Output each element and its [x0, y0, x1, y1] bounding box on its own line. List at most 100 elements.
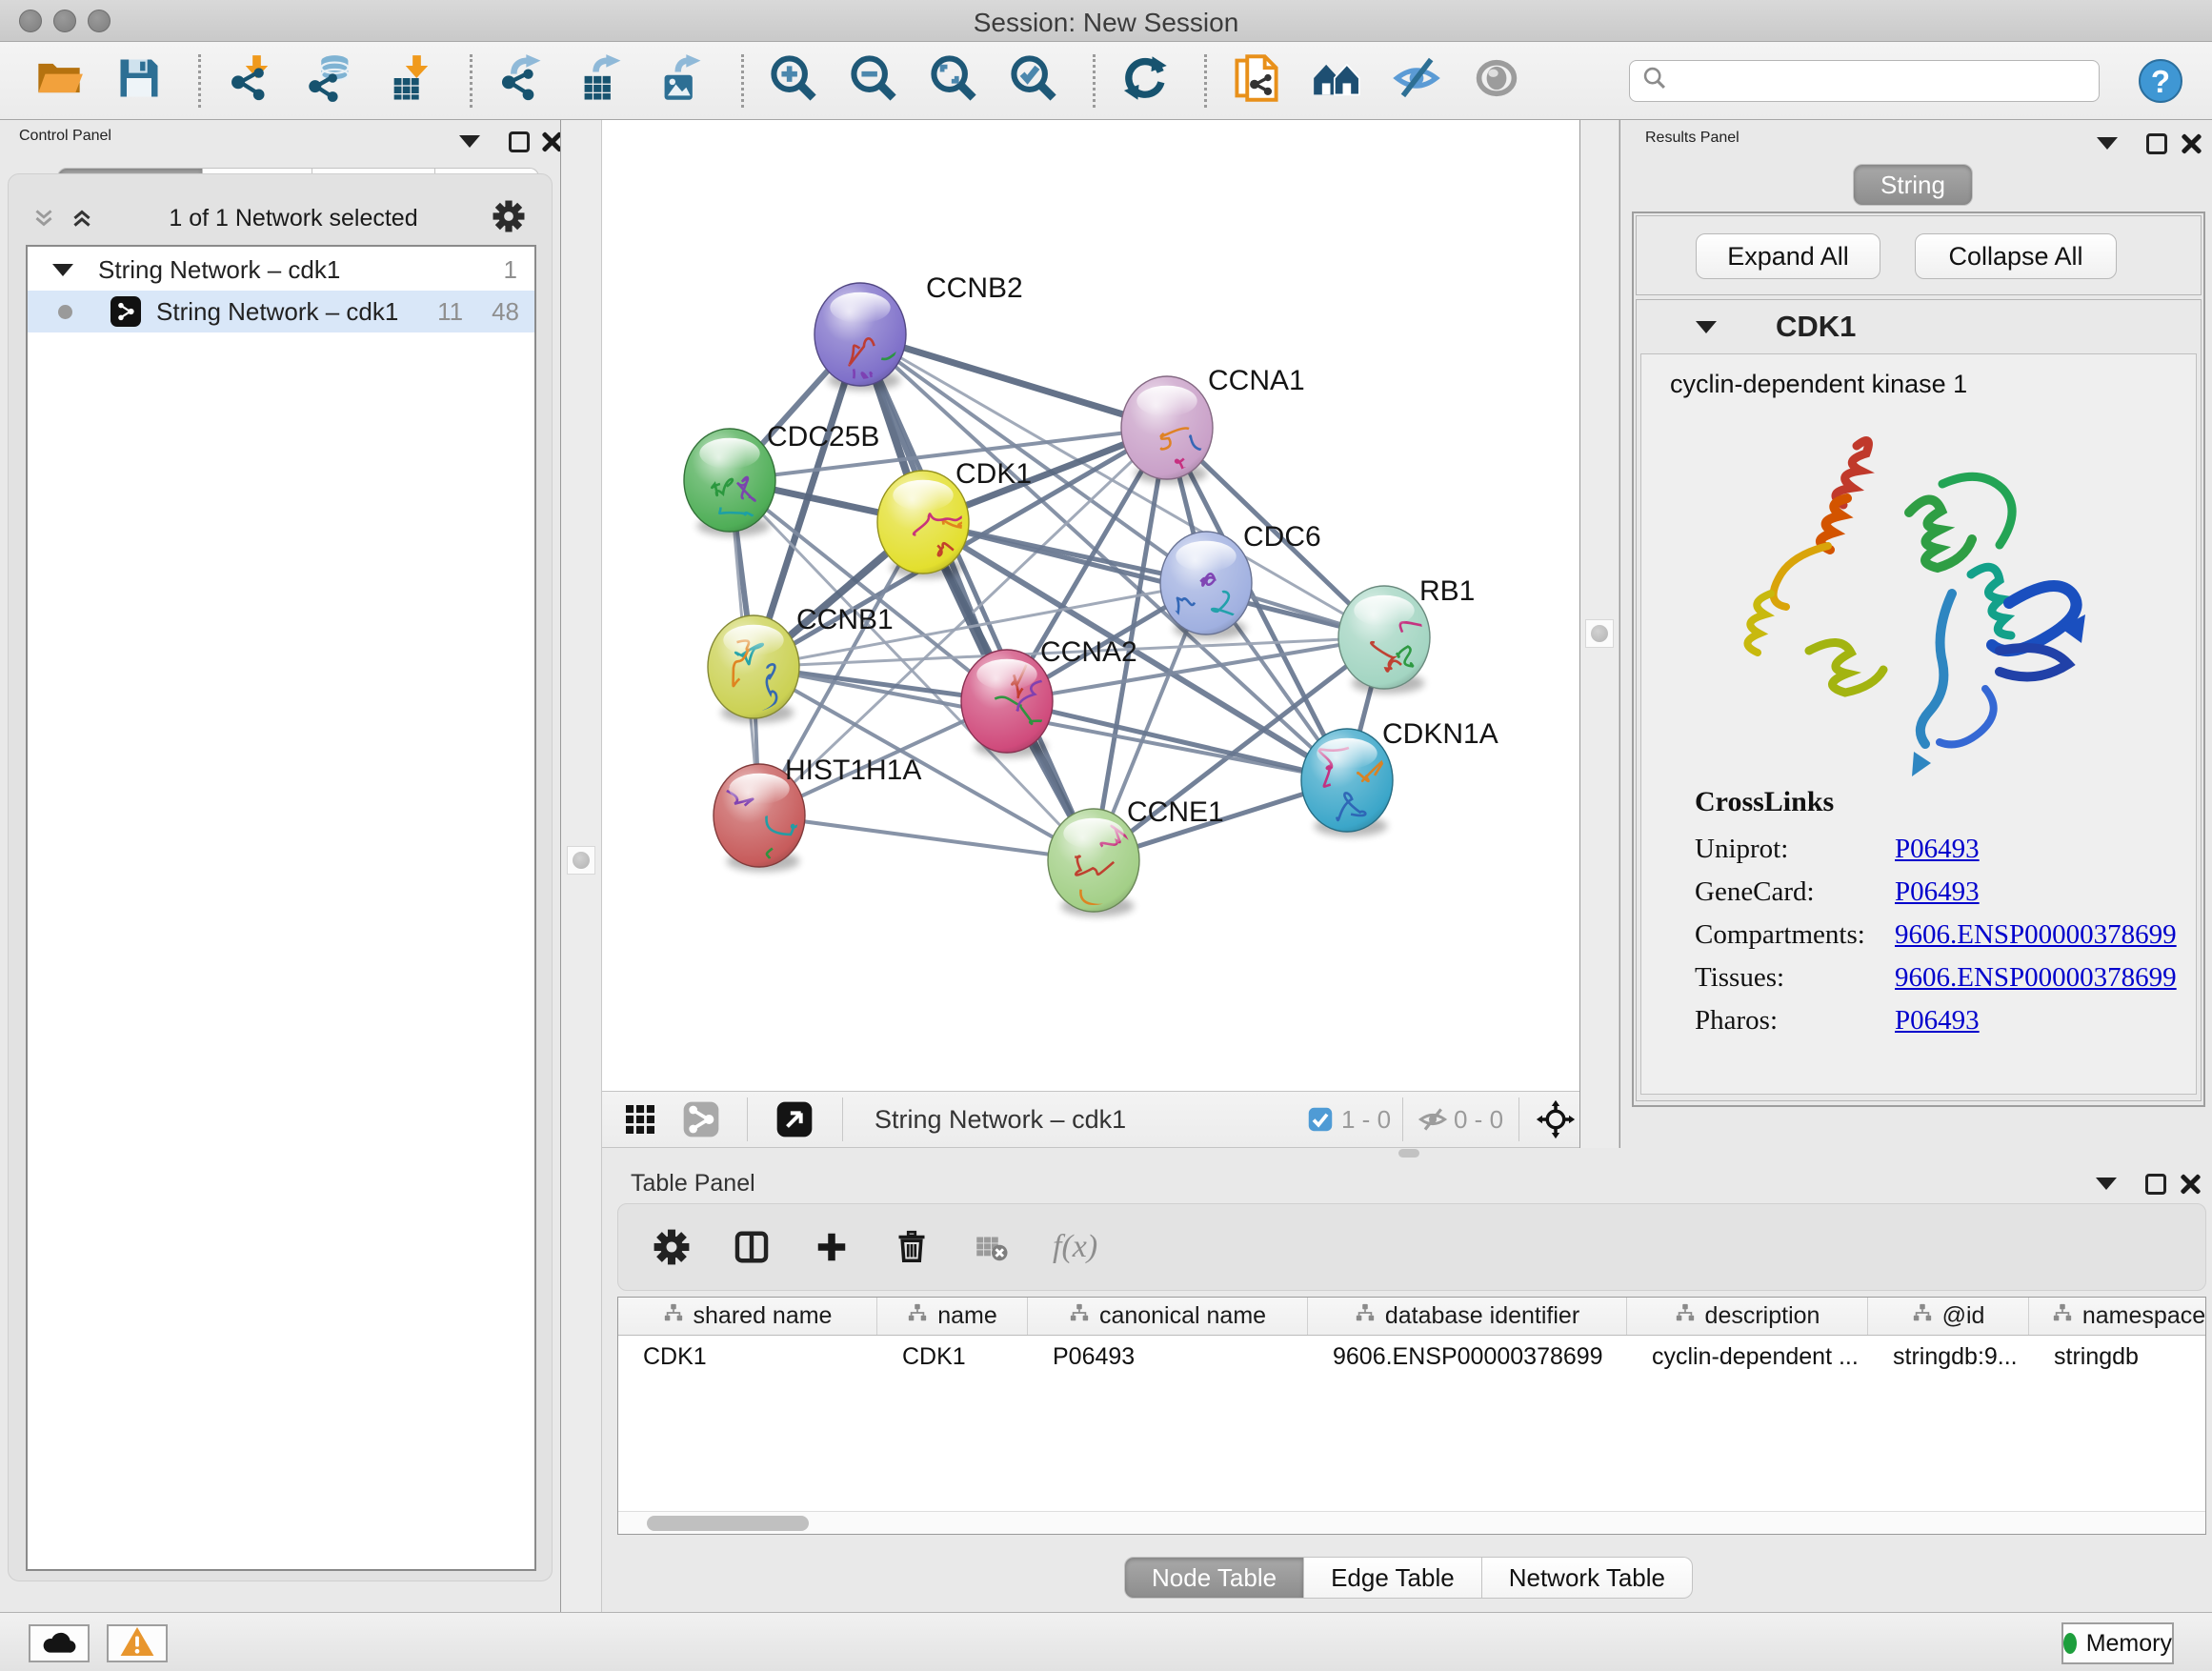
delete-column-trash-icon[interactable]	[893, 1228, 931, 1266]
memory-button[interactable]: Memory	[2061, 1622, 2174, 1664]
tab-node-table[interactable]: Node Table	[1124, 1557, 1304, 1599]
network-row[interactable]: String Network – cdk1 11 48	[28, 291, 534, 332]
table-panel-close-button[interactable]	[2178, 1172, 2201, 1195]
entry-expander-icon[interactable]	[1696, 321, 1717, 333]
horizontal-splitter[interactable]	[602, 1148, 2212, 1158]
footer-separator	[747, 1097, 748, 1141]
table-panel-collapse-button[interactable]	[2096, 1178, 2117, 1190]
column-header-name[interactable]: name	[877, 1298, 1028, 1335]
help-button[interactable]: ?	[2138, 58, 2183, 104]
gear-icon[interactable]	[493, 200, 525, 237]
open-in-window-button[interactable]	[775, 1092, 814, 1147]
table-cell[interactable]: cyclin-dependent ...	[1627, 1343, 1868, 1371]
import-network-database-button[interactable]	[304, 54, 357, 108]
table-cell[interactable]: 9606.ENSP00000378699	[1308, 1343, 1627, 1371]
collapse-all-networks-icon[interactable]	[31, 206, 56, 231]
table-cell[interactable]: stringdb:9...	[1868, 1343, 2029, 1371]
import-table-button[interactable]	[384, 54, 437, 108]
left-splitter-handle[interactable]	[567, 846, 595, 875]
collapse-triangle-icon	[2096, 1178, 2117, 1190]
column-header-namespace[interactable]: namespace	[2029, 1298, 2206, 1335]
node-CCNA1[interactable]: CCNA1	[1121, 365, 1305, 485]
column-header-description[interactable]: description	[1627, 1298, 1868, 1335]
crosslink-link[interactable]: P06493	[1895, 1005, 1980, 1037]
expand-all-networks-icon[interactable]	[70, 206, 94, 231]
table-cell[interactable]: CDK1	[877, 1343, 1028, 1371]
add-column-icon[interactable]	[813, 1228, 851, 1266]
crosslink-link[interactable]: P06493	[1895, 834, 1980, 865]
node-CDC25B[interactable]: CDC25B	[684, 421, 879, 536]
edge-CCNA2-CDKN1A[interactable]	[1007, 701, 1347, 780]
cloud-status-button[interactable]	[29, 1624, 90, 1662]
import-network-file-button[interactable]	[224, 54, 277, 108]
hide-panels-button[interactable]	[1390, 54, 1443, 108]
column-header-canonical-name[interactable]: canonical name	[1028, 1298, 1308, 1335]
refresh-layout-button[interactable]	[1118, 54, 1172, 108]
open-session-button[interactable]	[32, 54, 86, 108]
network-share-button[interactable]	[682, 1092, 720, 1147]
birds-eye-view-button[interactable]	[623, 1092, 657, 1147]
node-CCNA2[interactable]: CCNA2	[961, 636, 1137, 757]
node-HIST1H1A[interactable]: HIST1H1A	[714, 755, 921, 886]
zoom-fit-button[interactable]	[927, 54, 980, 108]
table-settings-gear-icon[interactable]	[653, 1228, 691, 1266]
function-builder-icon[interactable]: f(x)	[1053, 1229, 1097, 1265]
horizontal-splitter-handle[interactable]	[1398, 1149, 1419, 1158]
table-row[interactable]: CDK1CDK1P064939606.ENSP00000378699cyclin…	[618, 1336, 2205, 1378]
results-panel-collapse-button[interactable]	[2097, 137, 2118, 150]
edge-CCNB2-CCNA1[interactable]	[860, 334, 1167, 428]
network-collection-row[interactable]: String Network – cdk1 1	[28, 249, 534, 291]
column-header--id[interactable]: @id	[1868, 1298, 2029, 1335]
table-cell[interactable]: CDK1	[618, 1343, 877, 1371]
column-header-shared-name[interactable]: shared name	[618, 1298, 877, 1335]
cdk1-entry-header[interactable]: CDK1	[1637, 300, 2201, 353]
control-panel-close-button[interactable]	[539, 130, 562, 152]
right-splitter[interactable]	[1579, 120, 1619, 1148]
crosslink-link[interactable]: 9606.ENSP00000378699	[1895, 962, 2177, 994]
string-network-graph[interactable]: CCNB2CCNA1CDC25BCDK1CDC6RB1CCNB1CCNA2CDK…	[602, 120, 1579, 1091]
export-table-button[interactable]	[575, 54, 629, 108]
svg-text:?: ?	[2151, 64, 2170, 99]
eye-button[interactable]	[1470, 54, 1523, 108]
search-input[interactable]	[1678, 67, 2087, 94]
pan-crosshair-button[interactable]	[1536, 1092, 1576, 1147]
save-session-button[interactable]	[112, 54, 166, 108]
node-CDKN1A[interactable]: CDKN1A	[1301, 718, 1498, 836]
string-import-button[interactable]	[1230, 54, 1283, 108]
export-network-button[interactable]	[495, 54, 549, 108]
selected-checkbox-icon[interactable]	[1307, 1092, 1334, 1147]
zoom-in-button[interactable]	[767, 54, 820, 108]
collapse-all-button[interactable]: Collapse All	[1915, 233, 2117, 279]
tab-string[interactable]: String	[1853, 164, 1973, 206]
node-RB1[interactable]: RB1	[1338, 575, 1475, 694]
delete-table-icon[interactable]	[973, 1228, 1011, 1266]
results-panel-close-button[interactable]	[2179, 131, 2202, 154]
node-CDC6[interactable]: CDC6	[1160, 521, 1321, 639]
zoom-selected-button[interactable]	[1007, 54, 1060, 108]
table-cell[interactable]: P06493	[1028, 1343, 1308, 1371]
table-panel-float-button[interactable]	[2145, 1174, 2166, 1195]
results-panel-float-button[interactable]	[2146, 133, 2167, 154]
scrollbar-thumb[interactable]	[647, 1516, 809, 1531]
expand-all-button[interactable]: Expand All	[1696, 233, 1880, 279]
node-CCNE1[interactable]: CCNE1	[1048, 796, 1224, 929]
left-splitter[interactable]	[560, 120, 602, 1612]
crosslink-link[interactable]: P06493	[1895, 876, 1980, 908]
crosslink-link[interactable]: 9606.ENSP00000378699	[1895, 919, 2177, 951]
edge-HIST1H1A-CCNE1[interactable]	[759, 815, 1094, 860]
tab-network-table[interactable]: Network Table	[1482, 1557, 1693, 1599]
zoom-out-button[interactable]	[847, 54, 900, 108]
table-cell[interactable]: stringdb	[2029, 1343, 2206, 1371]
right-splitter-handle[interactable]	[1585, 619, 1614, 648]
horizontal-scrollbar[interactable]	[618, 1511, 2205, 1534]
column-header-database-identifier[interactable]: database identifier	[1308, 1298, 1627, 1335]
warnings-button[interactable]	[107, 1624, 168, 1662]
network-canvas[interactable]: CCNB2CCNA1CDC25BCDK1CDC6RB1CCNB1CCNA2CDK…	[602, 120, 1579, 1091]
control-panel-float-button[interactable]	[509, 131, 530, 152]
control-panel-collapse-button[interactable]	[459, 135, 480, 148]
tab-edge-table[interactable]: Edge Table	[1304, 1557, 1482, 1599]
show-columns-icon[interactable]	[733, 1228, 771, 1266]
houses-icon-button[interactable]	[1310, 54, 1363, 108]
tree-expander-icon[interactable]	[52, 264, 73, 276]
export-image-button[interactable]	[655, 54, 709, 108]
